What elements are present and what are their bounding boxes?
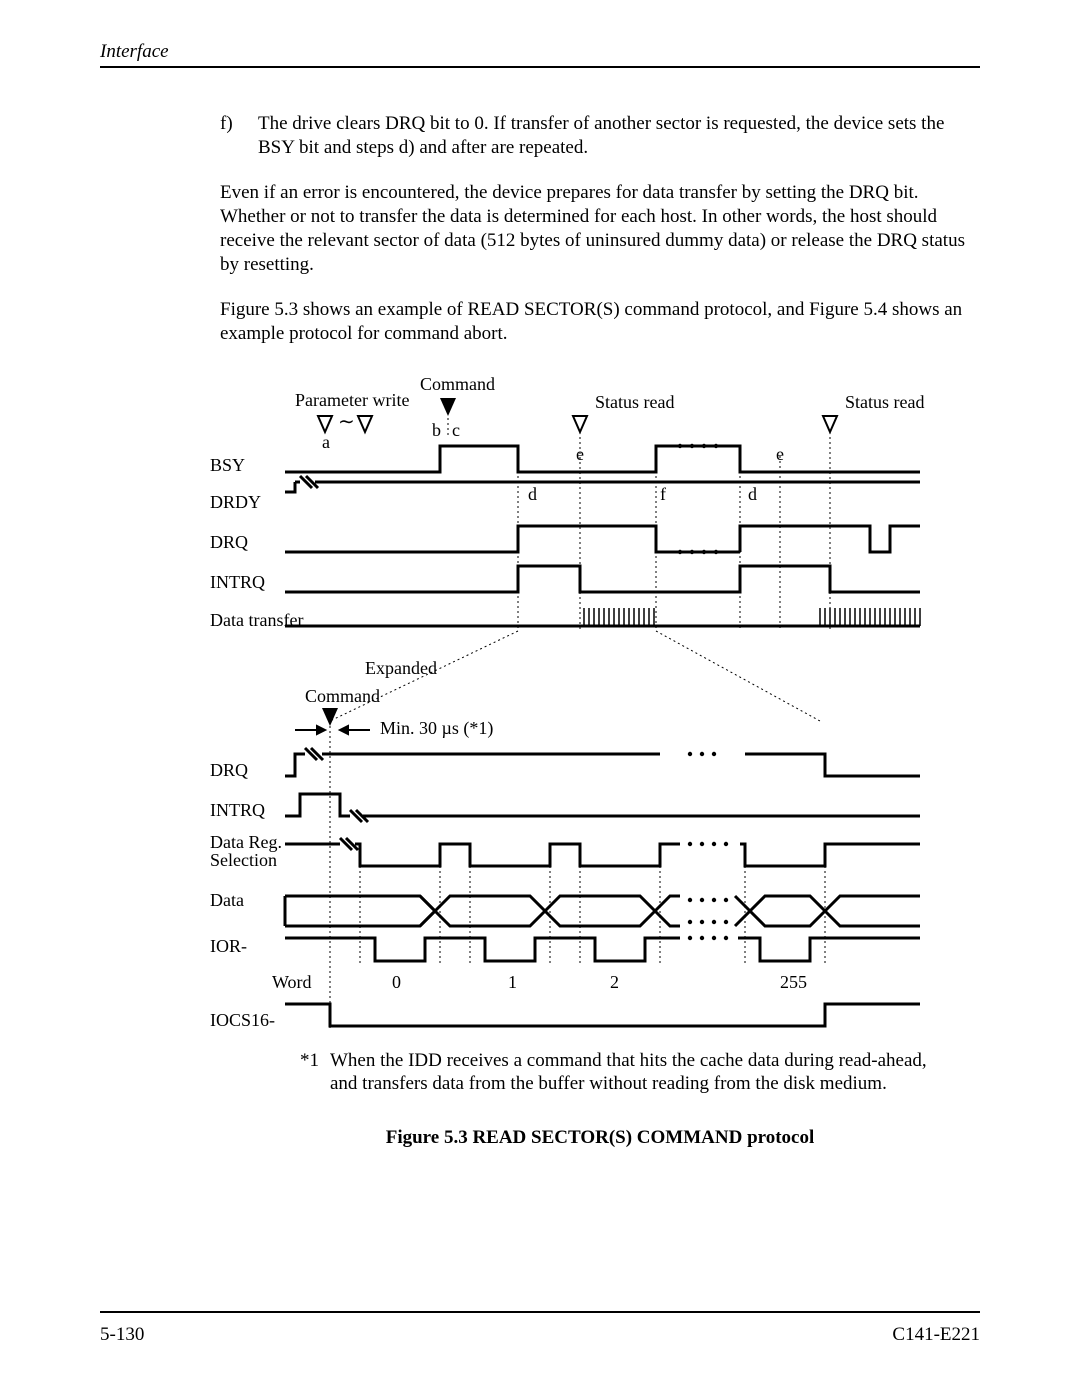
figure-caption: Figure 5.3 READ SECTOR(S) COMMAND protoc… [220, 1126, 980, 1150]
footnote-text: When the IDD receives a command that hit… [330, 1049, 930, 1097]
signal-ior: IOR- [210, 936, 247, 956]
page-content: f) The drive clears DRQ bit to 0. If tra… [100, 68, 980, 1150]
word-1: 1 [508, 972, 517, 992]
signal-drq-2: DRQ [210, 760, 248, 780]
word-255: 255 [780, 972, 807, 992]
label-tilde: ∼ [338, 411, 355, 433]
label-b: b [432, 420, 441, 440]
timing-diagram: Parameter write Command Status read Stat… [100, 376, 980, 1043]
section-title: Interface [100, 40, 169, 64]
label-status-read-1: Status read [595, 392, 674, 412]
paragraph-2: Figure 5.3 shows an example of READ SECT… [220, 298, 980, 346]
word-2: 2 [610, 972, 619, 992]
signal-data: Data [210, 890, 244, 910]
label-expanded: Expanded [365, 658, 437, 678]
page-number: 5-130 [100, 1323, 144, 1347]
label-d-2: d [748, 484, 757, 504]
footnote-marker: *1 [300, 1049, 330, 1097]
signal-bsy: BSY [210, 455, 245, 475]
label-status-read-2: Status read [845, 392, 924, 412]
list-text-f: The drive clears DRQ bit to 0. If transf… [258, 112, 980, 160]
signal-intrq-2: INTRQ [210, 800, 265, 820]
label-command-top: Command [420, 374, 495, 394]
paragraph-1: Even if an error is encountered, the dev… [220, 181, 980, 276]
page-footer: 5-130 C141-E221 [100, 1311, 980, 1347]
signal-datareg: Data Reg. [210, 832, 282, 852]
label-d-1: d [528, 484, 537, 504]
list-item-f: f) The drive clears DRQ bit to 0. If tra… [220, 112, 980, 160]
signal-drq: DRQ [210, 532, 248, 552]
doc-number: C141-E221 [892, 1323, 980, 1347]
label-min30: Min. 30 µs (*1) [380, 718, 493, 739]
footnote: *1 When the IDD receives a command that … [220, 1049, 980, 1097]
signal-iocs16: IOCS16- [210, 1010, 275, 1030]
signal-datareg-sel: Selection [210, 850, 277, 870]
page-header: Interface [100, 40, 980, 68]
label-a: a [322, 432, 330, 452]
list-marker-f: f) [220, 112, 258, 160]
signal-drdy: DRDY [210, 492, 261, 512]
label-command-bottom: Command [305, 686, 380, 706]
label-word: Word [272, 972, 312, 992]
signal-intrq: INTRQ [210, 572, 265, 592]
label-f: f [660, 484, 666, 504]
label-c: c [452, 420, 460, 440]
word-0: 0 [392, 972, 401, 992]
label-parameter-write: Parameter write [295, 390, 409, 410]
